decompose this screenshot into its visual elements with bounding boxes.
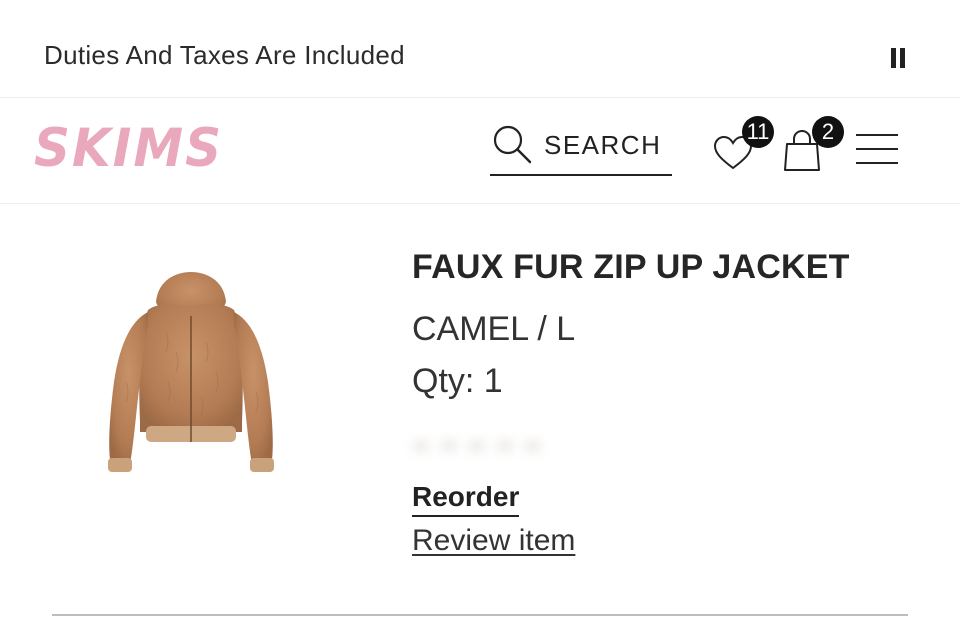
logo-text: SKIMS [34,117,224,179]
product-quantity: Qty: 1 [412,362,503,400]
section-divider [52,614,908,616]
bag-count-badge: 2 [812,116,844,148]
site-header: SKIMS SEARCH 11 2 [0,98,960,204]
announcement-bar: Duties And Taxes Are Included [0,0,960,98]
pause-icon[interactable] [884,44,912,72]
order-item-page: Duties And Taxes Are Included SKIMS SEAR… [0,0,960,644]
faux-fur-jacket-image[interactable] [96,262,286,492]
hamburger-menu-icon[interactable] [856,132,900,166]
search-button[interactable]: SEARCH [490,118,672,176]
skims-logo[interactable]: SKIMS [34,117,248,179]
product-variant: CAMEL / L [412,310,576,348]
search-label: SEARCH [544,130,662,160]
wishlist-count-badge: 11 [742,116,774,148]
review-item-link[interactable]: Review item [412,524,575,558]
blurred-price [412,432,552,460]
search-icon [493,125,532,164]
reorder-link[interactable]: Reorder [412,481,520,517]
wishlist-button[interactable]: 11 [712,116,780,176]
shopping-bag-button[interactable]: 2 [782,116,850,176]
jacket-illustration [108,272,274,472]
announcement-text: Duties And Taxes Are Included [44,40,405,70]
product-title: FAUX FUR ZIP UP JACKET [412,248,850,286]
